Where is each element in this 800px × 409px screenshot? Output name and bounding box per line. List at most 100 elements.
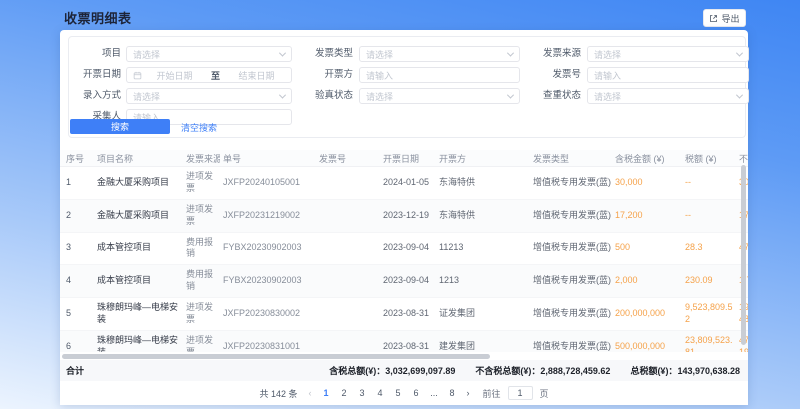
chevron-down-icon	[279, 91, 286, 98]
chevron-down-icon	[279, 49, 286, 56]
cell-invoice_no	[316, 277, 380, 285]
pagination-prev-button[interactable]: ‹	[307, 388, 314, 398]
cell-project_name: 珠穆朗玛峰—电梯安装	[94, 331, 183, 352]
filter-label-invoice-type: 发票类型	[301, 46, 353, 62]
table-row[interactable]: 6珠穆朗玛峰—电梯安装进项发票JXFP202308310012023-08-31…	[60, 331, 748, 352]
invoice-table: 序号项目名称发票来源单号发票号开票日期开票方发票类型含税金额 (¥)税额 (¥)…	[60, 150, 748, 352]
summary-totals: 含税总额(¥)：3,032,699,097.89 不含税总额(¥)：2,888,7…	[329, 364, 748, 377]
horizontal-scrollbar[interactable]	[62, 354, 490, 359]
column-header-amount_excl_tax: 不含税金额 (¥)	[736, 152, 748, 165]
select-invoice-source[interactable]: 请选择	[587, 46, 749, 62]
column-header-project_name: 项目名称	[94, 152, 183, 165]
pagination-page-4[interactable]: 4	[375, 388, 386, 398]
pagination-page-1[interactable]: 1	[321, 388, 332, 398]
table-row[interactable]: 1金融大厦采购项目进项发票JXFP202401050012024-01-05东海…	[60, 167, 748, 200]
cell-issuer: 建发集团	[436, 337, 530, 352]
export-icon	[709, 14, 718, 23]
table-row[interactable]: 4成本管控项目费用报销FYBX202309020032023-09-041213…	[60, 265, 748, 298]
cell-invoice_source: 进项发票	[183, 167, 220, 199]
cell-tax: 9,523,809.52	[682, 298, 736, 330]
cell-order_no: JXFP20231219002	[220, 206, 316, 226]
pagination-goto-input[interactable]	[508, 386, 533, 400]
cell-serial: 2	[60, 206, 94, 226]
pagination-next-button[interactable]: ›	[465, 388, 472, 398]
cell-serial: 6	[60, 337, 94, 352]
select-placeholder: 请选择	[366, 48, 504, 61]
cell-project_name: 成本管控项目	[94, 271, 183, 291]
end-date-placeholder: 结束日期	[228, 69, 285, 82]
content-card: 项目请选择 发票类型请选择 发票来源请选择 开票日期 开始日期 至 结束日期开票…	[60, 30, 748, 405]
cell-invoice_date: 2023-08-31	[380, 337, 436, 352]
summary-total-1: 不含税总额(¥)：2,888,728,459.62	[475, 364, 610, 377]
input-invoice-no[interactable]: 请输入	[587, 67, 749, 83]
cell-project_name: 成本管控项目	[94, 238, 183, 258]
cell-invoice_type: 增值税专用发票(蓝)	[530, 173, 612, 193]
table-row[interactable]: 3成本管控项目费用报销FYBX202309020032023-09-041121…	[60, 233, 748, 266]
daterange-invoice-date[interactable]: 开始日期 至 结束日期	[126, 67, 292, 83]
filter-label-verify-status: 验真状态	[301, 88, 353, 104]
cell-issuer: 11213	[436, 238, 530, 258]
clear-search-link[interactable]: 清空搜索	[181, 121, 217, 134]
cell-serial: 4	[60, 271, 94, 291]
select-invoice-type[interactable]: 请选择	[359, 46, 520, 62]
cell-amount_incl_tax: 500,000,000	[612, 337, 682, 352]
cell-serial: 5	[60, 304, 94, 324]
filter-label-entry-method: 录入方式	[69, 88, 121, 104]
pagination-goto-label: 前往	[483, 387, 501, 400]
column-header-issuer: 开票方	[436, 152, 530, 165]
cell-order_no: JXFP20230830002	[220, 304, 316, 324]
select-entry-method[interactable]: 请选择	[126, 88, 292, 104]
page: 收票明细表 导出 项目请选择 发票类型请选择 发票来源请选择 开票日期 开始日期…	[0, 0, 800, 409]
cell-invoice_date: 2023-12-19	[380, 206, 436, 226]
summary-total-value: 2,888,728,459.62	[540, 366, 610, 376]
select-dup-check-status[interactable]: 请选择	[587, 88, 749, 104]
summary-total-label: 总税额(¥)：	[630, 366, 677, 376]
column-header-serial: 序号	[60, 152, 94, 165]
column-header-amount_incl_tax: 含税金额 (¥)	[612, 152, 682, 165]
pagination-page-2[interactable]: 2	[339, 388, 350, 398]
cell-invoice_no	[316, 310, 380, 318]
pagination-page-3[interactable]: 3	[357, 388, 368, 398]
chevron-down-icon	[507, 91, 514, 98]
cell-project_name: 珠穆朗玛峰—电梯安装	[94, 298, 183, 330]
cell-project_name: 金融大厦采购项目	[94, 206, 183, 226]
summary-label: 合计	[60, 364, 84, 377]
cell-invoice_source: 进项发票	[183, 200, 220, 232]
cell-tax: 23,809,523.81	[682, 331, 736, 352]
table-header-row: 序号项目名称发票来源单号发票号开票日期开票方发票类型含税金额 (¥)税额 (¥)…	[60, 150, 748, 167]
pagination-page-6[interactable]: 6	[411, 388, 422, 398]
table-row[interactable]: 5珠穆朗玛峰—电梯安装进项发票JXFP202308300022023-08-31…	[60, 298, 748, 331]
vertical-scrollbar[interactable]	[741, 165, 746, 345]
summary-total-value: 143,970,638.28	[677, 366, 740, 376]
page-title: 收票明细表	[64, 8, 132, 27]
calendar-icon	[133, 71, 142, 80]
column-header-order_no: 单号	[220, 152, 316, 165]
cell-tax: 28.3	[682, 238, 736, 258]
export-button[interactable]: 导出	[703, 9, 746, 27]
select-placeholder: 请选择	[133, 90, 276, 103]
column-header-invoice_no: 发票号	[316, 152, 380, 165]
filter-label-issuer: 开票方	[301, 67, 353, 83]
summary-total-value: 3,032,699,097.89	[385, 366, 455, 376]
pagination-goto-suffix: 页	[540, 387, 549, 400]
cell-order_no: JXFP20240105001	[220, 173, 316, 193]
cell-order_no: JXFP20230831001	[220, 337, 316, 352]
export-button-label: 导出	[721, 12, 739, 25]
select-placeholder: 请选择	[594, 90, 733, 103]
select-project[interactable]: 请选择	[126, 46, 292, 62]
cell-amount_incl_tax: 200,000,000	[612, 304, 682, 324]
select-placeholder: 请选择	[366, 90, 504, 103]
input-issuer[interactable]: 请输入	[359, 67, 520, 83]
cell-issuer: 1213	[436, 271, 530, 291]
select-verify-status[interactable]: 请选择	[359, 88, 520, 104]
pagination-page-8[interactable]: 8	[447, 388, 458, 398]
cell-tax: 230.09	[682, 271, 736, 291]
chevron-down-icon	[736, 91, 743, 98]
pagination-ellipsis: ...	[429, 388, 440, 398]
table-row[interactable]: 2金融大厦采购项目进项发票JXFP202312190022023-12-19东海…	[60, 200, 748, 233]
search-button[interactable]: 搜索	[70, 119, 170, 134]
summary-total-0: 含税总额(¥)：3,032,699,097.89	[329, 364, 455, 377]
pagination-page-5[interactable]: 5	[393, 388, 404, 398]
cell-invoice_source: 进项发票	[183, 298, 220, 330]
invoice-table-inner: 序号项目名称发票来源单号发票号开票日期开票方发票类型含税金额 (¥)税额 (¥)…	[60, 150, 748, 352]
